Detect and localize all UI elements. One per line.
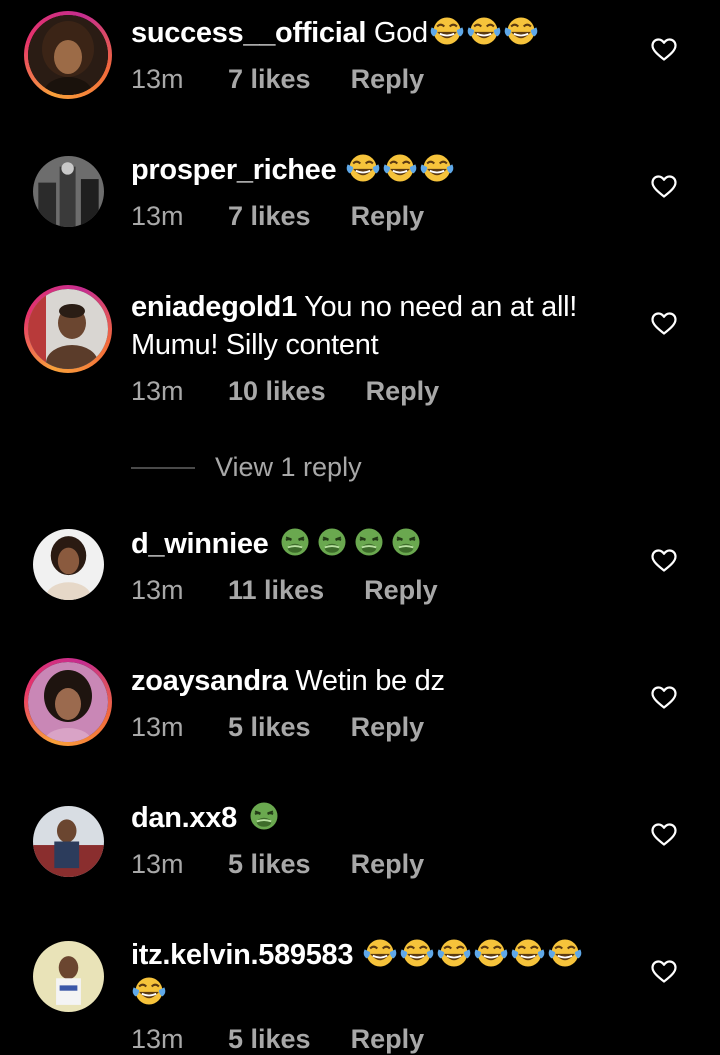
comment-username[interactable]: itz.kelvin.589583 — [131, 939, 354, 971]
reply-button[interactable]: Reply — [351, 201, 425, 232]
comment-time: 13m — [131, 64, 184, 94]
nauseated-emoji-icon — [246, 799, 282, 833]
comment-text: eniadegold1 You no need an at all! Mumu!… — [131, 288, 621, 364]
laugh-emoji-icon — [382, 151, 418, 185]
comment-likes[interactable]: 10 likes — [228, 376, 326, 407]
comment-text: success__official God — [131, 14, 621, 52]
heart-icon[interactable] — [651, 38, 677, 62]
laugh-emoji-icon — [131, 974, 167, 1008]
nauseated-emoji-icon — [388, 525, 424, 559]
nauseated-emoji-icon — [351, 525, 387, 559]
laugh-emoji-icon — [547, 936, 583, 970]
divider-line — [131, 466, 195, 469]
comment-username[interactable]: prosper_richee — [131, 154, 337, 186]
avatar[interactable] — [28, 662, 108, 742]
laugh-emoji-icon — [429, 14, 465, 48]
laugh-emoji-icon — [503, 14, 539, 48]
comment-text: itz.kelvin.589583 — [131, 936, 621, 1012]
comment-time: 13m — [131, 575, 184, 605]
avatar[interactable] — [33, 529, 104, 600]
heart-icon[interactable] — [651, 960, 677, 984]
heart-icon[interactable] — [651, 312, 677, 336]
comment-body: Wetin be dz — [295, 665, 445, 697]
comment-body: God — [373, 17, 428, 49]
comment-likes[interactable]: 5 likes — [228, 1024, 311, 1055]
comment-meta: 13m 5 likes Reply — [131, 712, 424, 743]
avatar[interactable] — [28, 15, 108, 95]
reply-button[interactable]: Reply — [351, 64, 425, 95]
comment-time: 13m — [131, 376, 184, 406]
avatar[interactable] — [33, 156, 104, 227]
comment-likes[interactable]: 11 likes — [228, 575, 324, 606]
view-replies-label[interactable]: View 1 reply — [215, 452, 362, 483]
comment-meta: 13m 11 likes Reply — [131, 575, 438, 606]
reply-button[interactable]: Reply — [366, 376, 440, 407]
heart-icon[interactable] — [651, 175, 677, 199]
comment-likes[interactable]: 7 likes — [228, 64, 311, 95]
laugh-emoji-icon — [362, 936, 398, 970]
reply-button[interactable]: Reply — [364, 575, 438, 606]
comment-text: d_winniee — [131, 525, 621, 563]
laugh-emoji-icon — [436, 936, 472, 970]
comment-meta: 13m 7 likes Reply — [131, 64, 424, 95]
nauseated-emoji-icon — [277, 525, 313, 559]
view-replies-button[interactable]: View 1 reply — [131, 452, 362, 483]
comment-likes[interactable]: 5 likes — [228, 712, 311, 743]
comment-meta: 13m 7 likes Reply — [131, 201, 424, 232]
comment-likes[interactable]: 5 likes — [228, 849, 311, 880]
comment-username[interactable]: d_winniee — [131, 528, 269, 560]
reply-button[interactable]: Reply — [351, 712, 425, 743]
comment-meta: 13m 5 likes Reply — [131, 849, 424, 880]
comment-username[interactable]: dan.xx8 — [131, 802, 237, 834]
laugh-emoji-icon — [399, 936, 435, 970]
comment-username[interactable]: eniadegold1 — [131, 291, 297, 323]
avatar[interactable] — [33, 941, 104, 1012]
comment-meta: 13m 5 likes Reply — [131, 1024, 424, 1055]
reply-button[interactable]: Reply — [351, 849, 425, 880]
heart-icon[interactable] — [651, 823, 677, 847]
laugh-emoji-icon — [419, 151, 455, 185]
comment-text: zoaysandra Wetin be dz — [131, 662, 621, 700]
comment-likes[interactable]: 7 likes — [228, 201, 311, 232]
avatar-frame[interactable] — [33, 529, 104, 600]
heart-icon[interactable] — [651, 549, 677, 573]
comment-text: dan.xx8 — [131, 799, 621, 837]
heart-icon[interactable] — [651, 686, 677, 710]
laugh-emoji-icon — [345, 151, 381, 185]
avatar-story-ring[interactable] — [24, 11, 112, 99]
comment-time: 13m — [131, 1024, 184, 1054]
reply-button[interactable]: Reply — [351, 1024, 425, 1055]
comment-time: 13m — [131, 712, 184, 742]
comment-body-line2: Mumu! Silly content — [131, 329, 379, 361]
nauseated-emoji-icon — [314, 525, 350, 559]
comment-meta: 13m 10 likes Reply — [131, 376, 439, 407]
avatar[interactable] — [28, 289, 108, 369]
laugh-emoji-icon — [473, 936, 509, 970]
avatar[interactable] — [33, 806, 104, 877]
comment-body: You no need an at all! — [304, 291, 578, 323]
laugh-emoji-icon — [466, 14, 502, 48]
avatar-frame[interactable] — [33, 806, 104, 877]
comment-time: 13m — [131, 201, 184, 231]
avatar-story-ring[interactable] — [24, 658, 112, 746]
avatar-frame[interactable] — [33, 941, 104, 1012]
avatar-story-ring[interactable] — [24, 285, 112, 373]
comment-time: 13m — [131, 849, 184, 879]
comment-username[interactable]: zoaysandra — [131, 665, 288, 697]
laugh-emoji-icon — [510, 936, 546, 970]
comment-text: prosper_richee — [131, 151, 621, 189]
comment-username[interactable]: success__official — [131, 17, 366, 49]
avatar-frame[interactable] — [33, 156, 104, 227]
